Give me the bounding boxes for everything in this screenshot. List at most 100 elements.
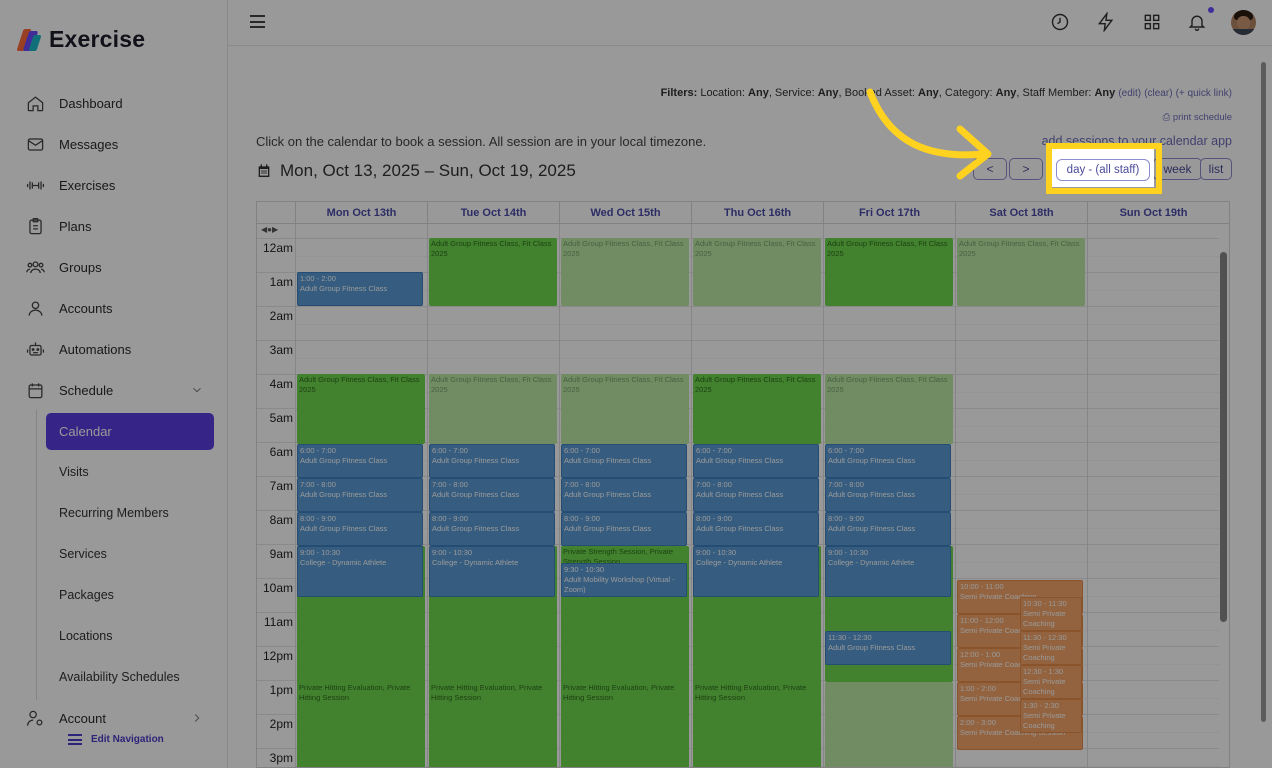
- grid-icon[interactable]: [1142, 12, 1164, 34]
- event[interactable]: 10:30 - 11:30 Semi Private Coaching: [1020, 597, 1082, 631]
- sidebar-item-exercises[interactable]: Exercises: [24, 170, 214, 200]
- event[interactable]: 9:00 - 10:30 College - Dynamic Athlete: [825, 546, 951, 597]
- event[interactable]: Private Hitting Evaluation, Private Hitt…: [693, 682, 821, 767]
- event[interactable]: 8:00 - 9:00 Adult Group Fitness Class: [561, 512, 687, 546]
- event[interactable]: Adult Group Fitness Class, Fit Class 202…: [297, 374, 425, 444]
- sidebar-item-account[interactable]: Account: [24, 703, 214, 733]
- sidebar-item-label: Exercises: [59, 177, 116, 193]
- sidebar-item-dashboard[interactable]: Dashboard: [24, 88, 214, 118]
- event[interactable]: Adult Group Fitness Class, Fit Class 202…: [561, 238, 689, 306]
- event[interactable]: 8:00 - 9:00 Adult Group Fitness Class: [297, 512, 423, 546]
- day-header[interactable]: Wed Oct 15th: [559, 202, 691, 224]
- sidebar-item-accounts[interactable]: Accounts: [24, 293, 214, 323]
- day-header[interactable]: Sun Oct 19th: [1087, 202, 1219, 224]
- event[interactable]: Adult Group Fitness Class, Fit Class 202…: [429, 238, 557, 306]
- lightning-icon[interactable]: [1096, 11, 1118, 34]
- event[interactable]: 7:00 - 8:00 Adult Group Fitness Class: [297, 478, 423, 512]
- event[interactable]: 7:00 - 8:00 Adult Group Fitness Class: [693, 478, 819, 512]
- chevron-right-icon[interactable]: [190, 711, 204, 725]
- event[interactable]: 7:00 - 8:00 Adult Group Fitness Class: [825, 478, 951, 512]
- event[interactable]: 7:00 - 8:00 Adult Group Fitness Class: [561, 478, 687, 512]
- event[interactable]: 8:00 - 9:00 Adult Group Fitness Class: [429, 512, 555, 546]
- event[interactable]: 9:00 - 10:30 College - Dynamic Athlete: [297, 546, 423, 597]
- app-logo[interactable]: Exercise: [16, 26, 145, 53]
- day-header[interactable]: Tue Oct 14th: [427, 202, 559, 224]
- event-title: College - Dynamic Athlete: [300, 558, 387, 567]
- clock-icon[interactable]: [1050, 12, 1072, 34]
- event[interactable]: 8:00 - 9:00 Adult Group Fitness Class: [693, 512, 819, 546]
- event[interactable]: Adult Group Fitness Class, Fit Class 202…: [561, 374, 689, 444]
- highlight-box: [1046, 143, 1162, 194]
- sidebar-subitem-services[interactable]: Services: [59, 539, 107, 569]
- sidebar-item-plans[interactable]: Plans: [24, 211, 214, 241]
- sidebar-subitem-packages[interactable]: Packages: [59, 580, 114, 610]
- list-view-button[interactable]: list: [1200, 158, 1232, 180]
- event[interactable]: Adult Group Fitness Class, Fit Class 202…: [957, 238, 1085, 306]
- day-header[interactable]: Fri Oct 17th: [823, 202, 955, 224]
- date-range: Mon, Oct 13, 2025 – Sun, Oct 19, 2025: [256, 161, 576, 181]
- sidebar-subitem-visits[interactable]: Visits: [59, 457, 89, 487]
- print-schedule-link[interactable]: ⎙ print schedule: [1163, 112, 1232, 123]
- filter-value: Any: [748, 87, 769, 99]
- sidebar-subitem-availability-schedules[interactable]: Availability Schedules: [59, 662, 180, 692]
- event[interactable]: Adult Group Fitness Class, Fit Class 202…: [693, 374, 821, 444]
- event[interactable]: 11:30 - 12:30 Adult Group Fitness Class: [825, 631, 951, 665]
- chevron-down-icon[interactable]: [190, 383, 204, 397]
- event[interactable]: Adult Group Fitness Class, Fit Class 202…: [825, 238, 953, 306]
- bell-icon[interactable]: [1187, 12, 1209, 34]
- event[interactable]: 1:30 - 2:30 Semi Private Coaching: [1020, 699, 1082, 733]
- sidebar-subitem-recurring-members[interactable]: Recurring Members: [59, 498, 169, 528]
- event[interactable]: 6:00 - 7:00 Adult Group Fitness Class: [429, 444, 555, 478]
- page-scrollbar[interactable]: [1261, 62, 1266, 722]
- filter-text: , Service:: [768, 87, 818, 99]
- sidebar-item-groups[interactable]: Groups: [24, 252, 214, 282]
- filters-edit-link[interactable]: (edit): [1118, 88, 1141, 99]
- home-icon: [24, 92, 46, 114]
- resize-arrows-icon[interactable]: ◀●▶: [261, 225, 278, 234]
- filters-clear-link[interactable]: (clear): [1144, 88, 1172, 99]
- print-label: print schedule: [1172, 112, 1232, 123]
- event[interactable]: 11:30 - 12:30 Semi Private Coaching: [1020, 631, 1082, 665]
- sidebar-item-messages[interactable]: Messages: [24, 129, 214, 159]
- event-title: Adult Group Fitness Class: [828, 643, 916, 652]
- sidebar-item-automations[interactable]: Automations: [24, 334, 214, 364]
- event[interactable]: 6:00 - 7:00 Adult Group Fitness Class: [693, 444, 819, 478]
- event[interactable]: Adult Group Fitness Class, Fit Class 202…: [693, 238, 821, 306]
- event[interactable]: 9:00 - 10:30 College - Dynamic Athlete: [693, 546, 819, 597]
- event[interactable]: Private Hitting Evaluation, Private Hitt…: [561, 682, 689, 767]
- event[interactable]: 1:00 - 2:00 Adult Group Fitness Class: [297, 272, 423, 306]
- event-time: 11:30 - 12:30: [828, 633, 872, 642]
- event[interactable]: 9:00 - 10:30 College - Dynamic Athlete: [429, 546, 555, 597]
- event[interactable]: 8:00 - 9:00 Adult Group Fitness Class: [825, 512, 951, 546]
- event[interactable]: Private Hitting Evaluation, Private Hitt…: [429, 682, 557, 767]
- day-header[interactable]: Sat Oct 18th: [955, 202, 1087, 224]
- hour-label: 7am: [269, 479, 293, 493]
- event[interactable]: 6:00 - 7:00 Adult Group Fitness Class: [297, 444, 423, 478]
- event[interactable]: Adult Group Fitness Class, Fit Class 202…: [825, 374, 953, 444]
- edit-navigation-link[interactable]: Edit Navigation: [68, 734, 164, 745]
- event-block[interactable]: [825, 682, 953, 767]
- calendar-grid[interactable]: Mon Oct 13th Tue Oct 14th Wed Oct 15th T…: [256, 201, 1230, 768]
- event[interactable]: 7:00 - 8:00 Adult Group Fitness Class: [429, 478, 555, 512]
- menu-icon[interactable]: [250, 15, 265, 28]
- event[interactable]: 12:30 - 1:30 Semi Private Coaching: [1020, 665, 1082, 699]
- filters-quick-link[interactable]: (+ quick link): [1176, 88, 1232, 99]
- calendar-scrollbar[interactable]: [1220, 252, 1227, 622]
- event[interactable]: Private Hitting Evaluation, Private Hitt…: [297, 682, 425, 767]
- avatar[interactable]: [1231, 10, 1256, 35]
- event[interactable]: Adult Group Fitness Class, Fit Class 202…: [429, 374, 557, 444]
- hour-label: 11am: [263, 615, 293, 629]
- event[interactable]: 9:30 - 10:30 Adult Mobility Workshop (Vir…: [561, 563, 687, 597]
- day-header[interactable]: Thu Oct 16th: [691, 202, 823, 224]
- event[interactable]: 6:00 - 7:00 Adult Group Fitness Class: [825, 444, 951, 478]
- hour-row[interactable]: 3am: [257, 340, 1219, 374]
- sidebar-subitem-calendar[interactable]: Calendar: [46, 413, 214, 450]
- day-header[interactable]: Mon Oct 13th: [295, 202, 427, 224]
- event-time: 7:00 - 8:00: [696, 480, 732, 489]
- event[interactable]: 6:00 - 7:00 Adult Group Fitness Class: [561, 444, 687, 478]
- sidebar-subitem-locations[interactable]: Locations: [59, 621, 113, 651]
- hour-row[interactable]: 2am: [257, 306, 1219, 340]
- calendar-icon: [24, 379, 46, 401]
- sidebar-item-schedule[interactable]: Schedule: [24, 375, 214, 405]
- sidebar-item-label: Messages: [59, 136, 119, 152]
